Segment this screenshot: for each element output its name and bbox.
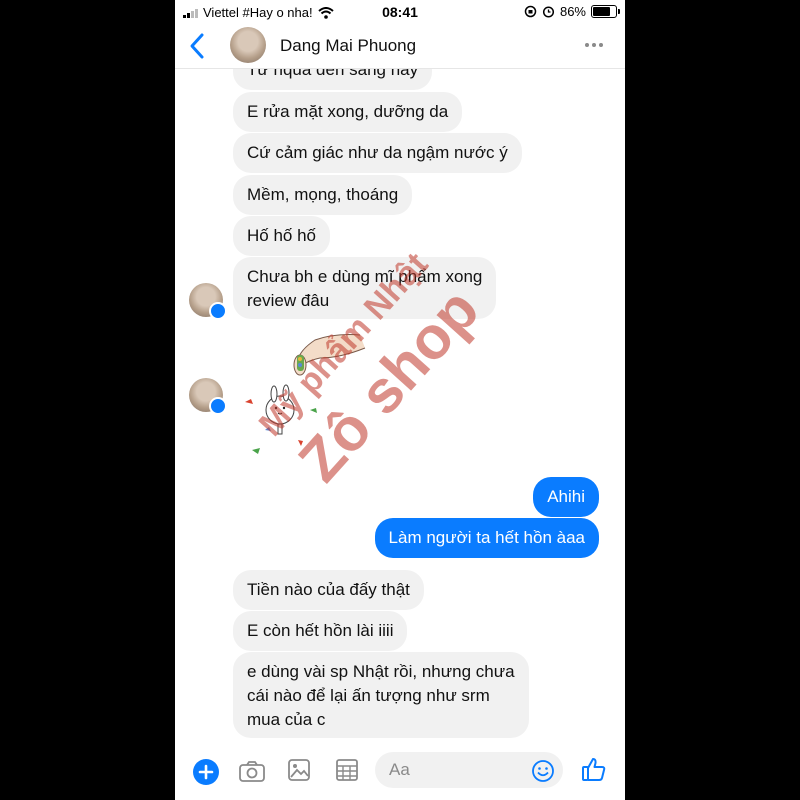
- message-incoming[interactable]: Tiền nào của đấy thật: [233, 570, 424, 610]
- message-incoming[interactable]: Cứ cảm giác như da ngậm nước ý: [233, 133, 522, 173]
- message-incoming[interactable]: Hố hố hố: [233, 216, 330, 256]
- contact-name[interactable]: Dang Mai Phuong: [280, 36, 416, 56]
- message-line: review đâu: [247, 291, 330, 310]
- plus-icon[interactable]: [193, 759, 219, 785]
- message-incoming[interactable]: E còn hết hồn lài iiii: [233, 611, 408, 651]
- message-line: e dùng vài sp Nhật rồi, nhưng chưa: [247, 662, 515, 681]
- message-incoming[interactable]: e dùng vài sp Nhật rồi, nhưng chưa cái n…: [233, 652, 529, 738]
- camera-icon[interactable]: [239, 760, 265, 782]
- message-outgoing[interactable]: Ahihi: [533, 477, 599, 517]
- message-line: cái nào để lại ấn tượng như srm: [247, 686, 490, 705]
- message-outgoing[interactable]: Làm người ta hết hồn àaa: [374, 518, 599, 558]
- messenger-screen: Viettel #Hay o nha! 08:41 86% Dang Mai P…: [175, 0, 625, 800]
- messenger-badge-icon: [209, 302, 227, 320]
- sender-avatar[interactable]: [189, 378, 227, 415]
- chat-header: Dang Mai Phuong: [175, 24, 625, 69]
- message-incoming[interactable]: E rửa mặt xong, dưỡng da: [233, 92, 463, 132]
- status-right: 86%: [524, 4, 620, 19]
- battery-percent: 86%: [559, 4, 586, 19]
- grid-icon[interactable]: [336, 759, 358, 781]
- more-horizontal-icon[interactable]: [585, 43, 603, 47]
- battery-icon: [591, 5, 620, 18]
- orientation-lock-icon: [524, 5, 537, 18]
- sender-avatar[interactable]: [189, 283, 227, 320]
- alarm-icon: [542, 6, 555, 18]
- message-incoming[interactable]: Mềm, mọng, thoáng: [233, 175, 413, 215]
- message-line: Chưa bh e dùng mĩ phẩm xong: [247, 267, 483, 286]
- message-line: mua của c: [247, 710, 326, 729]
- emoji-icon[interactable]: [532, 760, 554, 782]
- status-bar: Viettel #Hay o nha! 08:41 86%: [175, 0, 625, 24]
- messenger-badge-icon: [209, 397, 227, 415]
- image-icon[interactable]: [288, 759, 310, 781]
- message-incoming[interactable]: Chưa bh e dùng mĩ phẩm xong review đâu: [233, 257, 497, 319]
- thumbs-up-icon[interactable]: [581, 756, 607, 782]
- chevron-left-icon[interactable]: [189, 32, 205, 60]
- message-composer: [175, 742, 625, 800]
- bunny-sticker[interactable]: [240, 330, 375, 460]
- contact-avatar[interactable]: [230, 27, 266, 63]
